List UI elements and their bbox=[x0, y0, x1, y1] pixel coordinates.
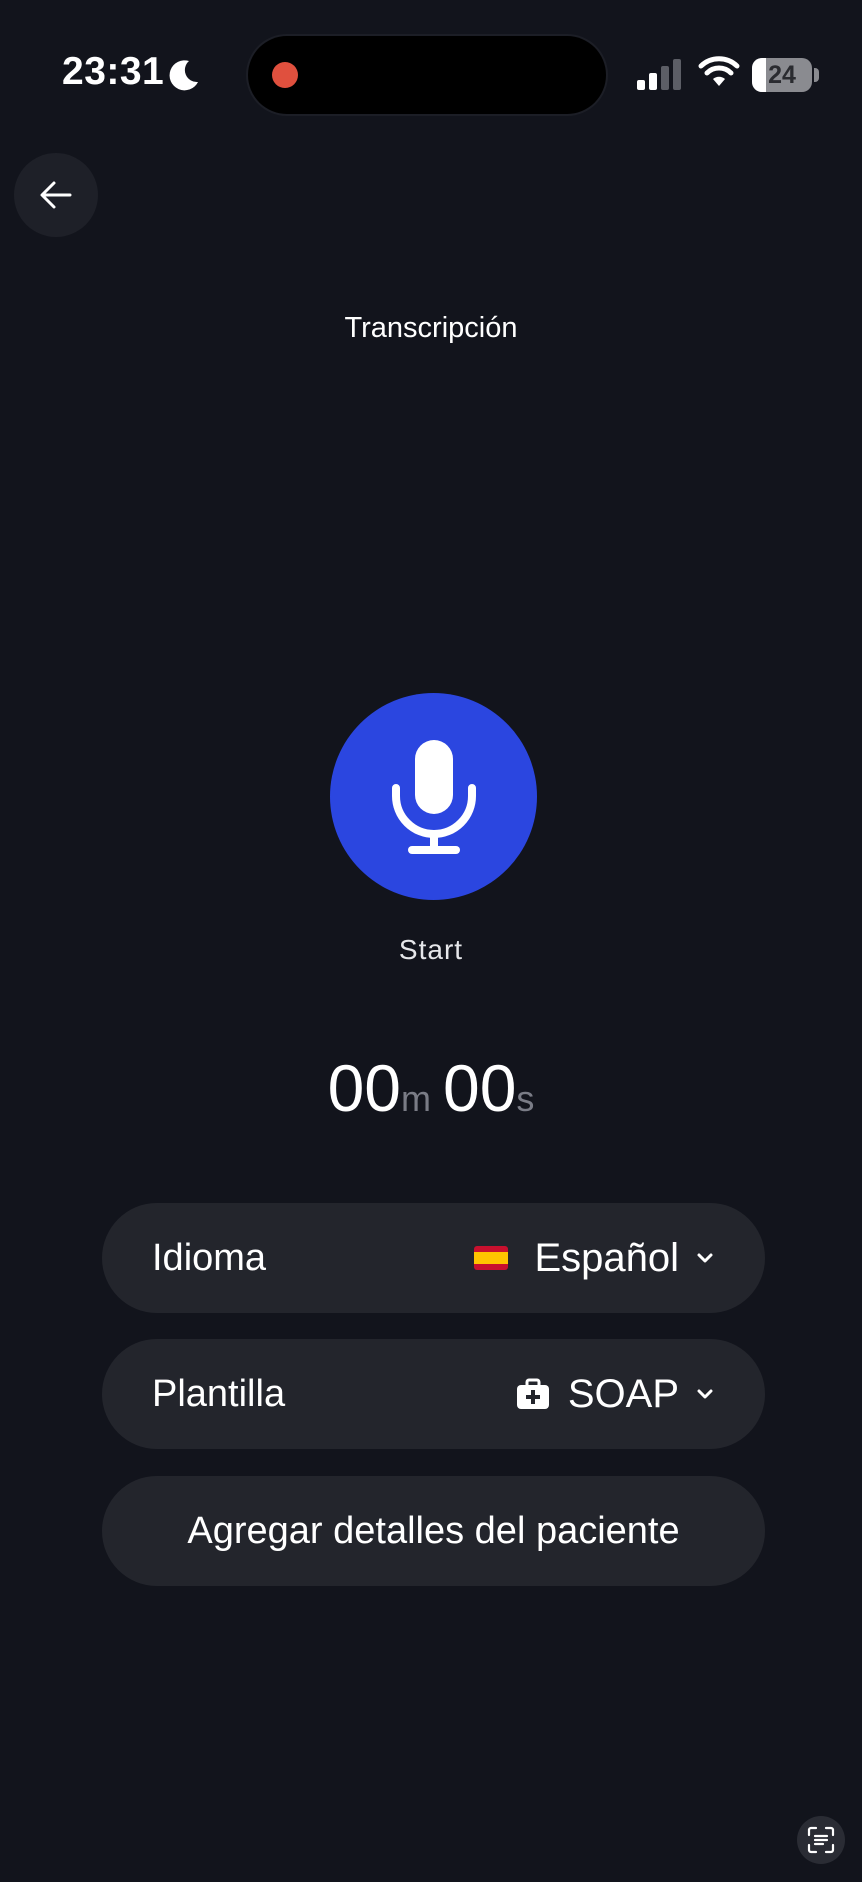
battery-level: 24 bbox=[768, 61, 796, 89]
template-value: SOAP bbox=[567, 1371, 679, 1416]
spain-flag-icon bbox=[474, 1246, 509, 1270]
dynamic-island bbox=[248, 36, 606, 114]
moon-icon bbox=[169, 60, 198, 91]
template-value-group: SOAP bbox=[516, 1339, 715, 1449]
recording-indicator bbox=[272, 62, 298, 88]
record-button[interactable] bbox=[330, 693, 537, 900]
back-button[interactable] bbox=[14, 153, 98, 237]
language-selector[interactable]: Idioma Español bbox=[102, 1203, 765, 1313]
recording-timer: 00m 00s bbox=[0, 1050, 862, 1126]
arrow-left-icon bbox=[40, 181, 72, 209]
battery-tip bbox=[814, 68, 819, 82]
scan-text-icon bbox=[807, 1826, 835, 1854]
language-value: Español bbox=[534, 1235, 679, 1280]
wifi-icon bbox=[698, 56, 740, 86]
battery-icon: 24 bbox=[752, 58, 812, 92]
timer-seconds-unit: s bbox=[516, 1078, 535, 1119]
template-selector[interactable]: Plantilla SOAP bbox=[102, 1339, 765, 1449]
add-patient-details-button[interactable]: Agregar detalles del paciente bbox=[102, 1476, 765, 1586]
template-label: Plantilla bbox=[152, 1373, 286, 1415]
signal-icon bbox=[637, 59, 681, 90]
timer-minutes-unit: m bbox=[401, 1078, 431, 1119]
chevron-down-icon bbox=[697, 1389, 713, 1399]
medical-kit-icon bbox=[516, 1378, 549, 1409]
scan-text-button[interactable] bbox=[797, 1816, 845, 1864]
add-patient-details-label: Agregar detalles del paciente bbox=[187, 1510, 680, 1552]
page-title: Transcripción bbox=[344, 312, 518, 344]
timer-seconds: 00 bbox=[443, 1051, 517, 1125]
timer-minutes: 00 bbox=[327, 1051, 401, 1125]
chevron-down-icon bbox=[697, 1253, 713, 1263]
microphone-icon bbox=[391, 739, 476, 854]
language-label: Idioma bbox=[152, 1237, 267, 1279]
start-label: Start bbox=[398, 934, 464, 965]
status-bar: 23:31 24 bbox=[0, 0, 862, 150]
status-time: 23:31 bbox=[62, 50, 165, 93]
language-value-group: Español bbox=[474, 1203, 715, 1313]
